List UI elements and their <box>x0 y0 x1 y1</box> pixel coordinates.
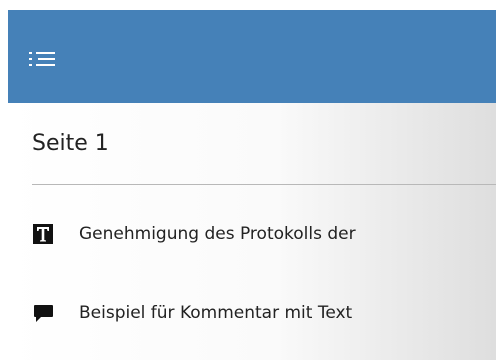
annotation-label: Beispiel für Kommentar mit Text <box>79 303 353 323</box>
annotation-panel-window: Seite 1 Genehmigung des Protokolls der B… <box>0 0 496 360</box>
hamburger-menu-icon <box>29 52 55 66</box>
menu-button[interactable] <box>22 44 62 74</box>
header-bar <box>8 10 496 103</box>
annotation-item-comment[interactable]: Beispiel für Kommentar mit Text <box>32 296 496 330</box>
annotation-item-text[interactable]: Genehmigung des Protokolls der <box>32 217 496 251</box>
annotation-label: Genehmigung des Protokolls der <box>79 224 356 244</box>
top-margin <box>0 0 496 10</box>
comment-icon <box>32 302 54 324</box>
title-divider <box>32 184 496 185</box>
page-title: Seite 1 <box>32 131 109 156</box>
text-annotation-icon <box>32 223 54 245</box>
